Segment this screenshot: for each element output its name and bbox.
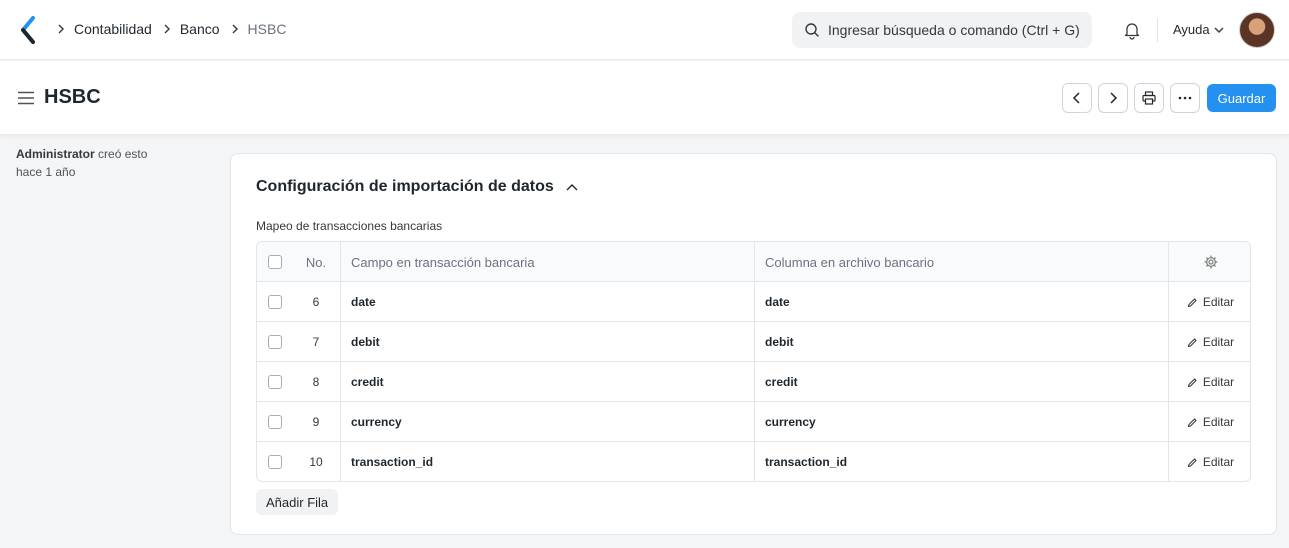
row-field[interactable]: credit <box>340 362 754 402</box>
chevron-down-icon <box>1214 26 1224 34</box>
row-field[interactable]: transaction_id <box>340 442 754 481</box>
search-placeholder: Ingresar búsqueda o comando (Ctrl + G) <box>828 22 1080 38</box>
avatar[interactable] <box>1239 12 1275 48</box>
meta-time: hace 1 año <box>16 165 76 179</box>
edit-label: Editar <box>1202 335 1235 349</box>
add-row-button[interactable]: Añadir Fila <box>256 489 339 515</box>
next-button[interactable] <box>1098 83 1128 113</box>
meta-author[interactable]: Administrator <box>16 147 95 161</box>
previous-button[interactable] <box>1062 83 1092 113</box>
row-column[interactable]: date <box>754 282 1168 322</box>
chevron-left-icon <box>1072 92 1080 104</box>
row-field[interactable]: date <box>340 282 754 322</box>
more-icon <box>1178 96 1192 100</box>
row-field[interactable]: currency <box>340 402 754 442</box>
logo-icon[interactable] <box>18 16 40 44</box>
search-input[interactable]: Ingresar búsqueda o comando (Ctrl + G) <box>792 12 1092 48</box>
row-column[interactable]: transaction_id <box>754 442 1168 481</box>
edit-label: Editar <box>1202 375 1235 389</box>
row-checkbox[interactable] <box>267 335 282 349</box>
navbar: Contabilidad Banco HSBC Ingresar búsqued… <box>0 0 1289 60</box>
edit-button[interactable]: Editar <box>1187 295 1234 309</box>
pencil-icon <box>1187 377 1198 388</box>
edit-button[interactable]: Editar <box>1187 455 1234 469</box>
page-header: HSBC Guardar <box>0 61 1289 135</box>
table-row[interactable]: 6 date date Editar <box>257 282 1250 322</box>
edit-button[interactable]: Editar <box>1187 415 1234 429</box>
pencil-icon <box>1187 297 1198 308</box>
gear-icon[interactable] <box>1203 255 1218 269</box>
row-checkbox[interactable] <box>267 295 282 309</box>
breadcrumb: Contabilidad Banco HSBC <box>54 21 294 37</box>
nav-divider <box>1157 18 1158 42</box>
save-button[interactable]: Guardar <box>1207 84 1276 112</box>
help-label: Ayuda <box>1173 22 1210 37</box>
row-column[interactable]: debit <box>754 322 1168 362</box>
edit-button[interactable]: Editar <box>1187 375 1234 389</box>
row-checkbox[interactable] <box>267 415 282 429</box>
edit-label: Editar <box>1202 295 1235 309</box>
row-field[interactable]: debit <box>340 322 754 362</box>
row-column[interactable]: currency <box>754 402 1168 442</box>
row-column[interactable]: credit <box>754 362 1168 402</box>
search-icon <box>804 22 820 38</box>
chevron-right-icon <box>1110 92 1118 104</box>
row-number: 10 <box>309 455 323 469</box>
chevron-right-icon <box>162 24 172 34</box>
breadcrumb-banco[interactable]: Banco <box>180 21 220 37</box>
field-label: Mapeo de transacciones bancarias <box>256 219 443 233</box>
breadcrumb-hsbc[interactable]: HSBC <box>248 21 287 37</box>
chevron-up-icon[interactable] <box>566 183 578 191</box>
column-header-column: Columna en archivo bancario <box>754 242 1168 282</box>
edit-label: Editar <box>1202 455 1235 469</box>
table-row[interactable]: 10 transaction_id transaction_id Editar <box>257 442 1250 481</box>
chevron-right-icon <box>230 24 240 34</box>
column-header-no: No. <box>305 254 327 270</box>
edit-button[interactable]: Editar <box>1187 335 1234 349</box>
section-card: Configuración de importación de datos Ma… <box>230 153 1277 535</box>
pencil-icon <box>1187 457 1198 468</box>
pencil-icon <box>1187 417 1198 428</box>
section-header[interactable]: Configuración de importación de datos <box>256 178 578 196</box>
edit-label: Editar <box>1202 415 1235 429</box>
more-button[interactable] <box>1170 83 1200 113</box>
hamburger-icon[interactable] <box>18 91 34 105</box>
row-number: 7 <box>312 335 320 349</box>
table-header: No. Campo en transacción bancaria Column… <box>257 242 1250 282</box>
bell-icon[interactable] <box>1122 20 1142 40</box>
row-number: 6 <box>312 295 320 309</box>
page-title: HSBC <box>44 86 101 108</box>
column-header-field: Campo en transacción bancaria <box>340 242 754 282</box>
mapping-table: No. Campo en transacción bancaria Column… <box>256 241 1251 482</box>
meta-action: creó esto <box>98 147 148 161</box>
table-row[interactable]: 8 credit credit Editar <box>257 362 1250 402</box>
section-title: Configuración de importación de datos <box>256 178 554 195</box>
print-button[interactable] <box>1134 83 1164 113</box>
help-dropdown[interactable]: Ayuda <box>1173 22 1224 37</box>
chevron-right-icon <box>56 24 66 34</box>
table-row[interactable]: 7 debit debit Editar <box>257 322 1250 362</box>
row-checkbox[interactable] <box>267 455 282 469</box>
document-meta: Administrator creó esto hace 1 año <box>16 145 196 181</box>
table-row[interactable]: 9 currency currency Editar <box>257 402 1250 442</box>
row-checkbox[interactable] <box>267 375 282 389</box>
row-number: 9 <box>312 415 320 429</box>
breadcrumb-contabilidad[interactable]: Contabilidad <box>74 21 152 37</box>
pencil-icon <box>1187 337 1198 348</box>
printer-icon <box>1142 91 1156 105</box>
row-number: 8 <box>312 375 320 389</box>
select-all-checkbox[interactable] <box>267 255 282 269</box>
